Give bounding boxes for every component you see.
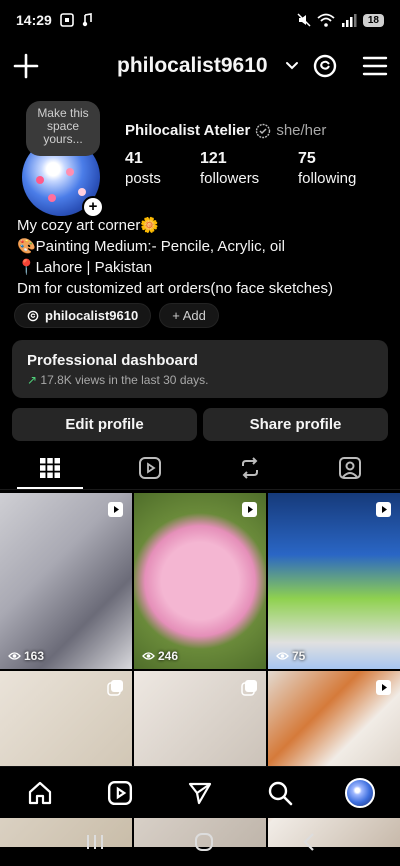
view-count: 246 bbox=[142, 649, 178, 663]
eye-icon bbox=[142, 652, 155, 660]
profile-stats: 41 posts 121 followers 75 following bbox=[125, 150, 356, 187]
edit-profile-button[interactable]: Edit profile bbox=[12, 408, 197, 441]
profile-links: philocalist9610 + Add bbox=[14, 303, 219, 328]
username-switcher[interactable]: philocalist9610 bbox=[117, 54, 268, 78]
stat-label: posts bbox=[125, 170, 161, 187]
nav-home[interactable] bbox=[20, 773, 60, 813]
dashboard-title: Professional dashboard bbox=[27, 352, 198, 369]
grid-post[interactable]: 163 bbox=[0, 493, 132, 669]
view-count: 75 bbox=[276, 649, 305, 663]
grid-icon bbox=[40, 457, 60, 478]
create-plus-icon[interactable] bbox=[12, 52, 40, 80]
view-count-value: 75 bbox=[292, 649, 306, 663]
tagged-icon bbox=[339, 456, 361, 479]
bio-line: Dm for customized art orders(no face ske… bbox=[17, 280, 333, 297]
screenshot-icon bbox=[60, 13, 74, 27]
share-profile-button[interactable]: Share profile bbox=[203, 408, 388, 441]
profile-bio: My cozy art corner🌼 🎨Painting Medium:- P… bbox=[17, 215, 333, 299]
professional-dashboard[interactable]: Professional dashboard ↗ 17.8K views in … bbox=[12, 340, 388, 398]
reels-icon bbox=[107, 780, 133, 805]
nav-profile[interactable] bbox=[340, 773, 380, 813]
profile-actions: Edit profile Share profile bbox=[12, 408, 388, 441]
home-icon bbox=[28, 781, 52, 804]
grid-post[interactable]: 75 bbox=[268, 493, 400, 669]
bio-line: 📍Lahore | Pakistan bbox=[17, 259, 153, 276]
view-count-value: 163 bbox=[24, 649, 45, 663]
threads-icon bbox=[27, 310, 39, 321]
view-count-value: 246 bbox=[158, 649, 179, 663]
tab-reposts[interactable] bbox=[200, 446, 300, 489]
trend-up-icon: ↗ bbox=[27, 373, 38, 387]
mute-icon bbox=[297, 13, 311, 27]
threads-icon[interactable] bbox=[312, 53, 338, 79]
tab-posts[interactable] bbox=[0, 446, 100, 489]
reel-icon bbox=[376, 502, 391, 517]
back-icon[interactable] bbox=[302, 832, 316, 852]
tab-tagged[interactable] bbox=[300, 446, 400, 489]
threads-link-chip[interactable]: philocalist9610 bbox=[14, 303, 152, 328]
nav-search[interactable] bbox=[260, 773, 300, 813]
bio-line: My cozy art corner🌼 bbox=[17, 217, 160, 234]
music-icon bbox=[82, 13, 92, 27]
chevron-down-icon[interactable] bbox=[284, 58, 300, 74]
nav-messages[interactable] bbox=[180, 773, 220, 813]
carousel-icon bbox=[107, 680, 123, 696]
reel-icon bbox=[108, 502, 123, 517]
verified-badge-icon bbox=[256, 123, 271, 138]
content-tabs bbox=[0, 446, 400, 490]
tab-reels[interactable] bbox=[100, 446, 200, 489]
reposts-icon bbox=[242, 456, 258, 479]
eye-icon bbox=[276, 652, 289, 660]
recent-apps-icon[interactable] bbox=[84, 833, 106, 851]
plus-icon: + bbox=[84, 198, 102, 216]
search-icon bbox=[268, 781, 293, 805]
bio-line: 🎨Painting Medium:- Pencile, Acrylic, oil bbox=[17, 238, 285, 255]
stat-posts[interactable]: 41 posts bbox=[125, 150, 200, 187]
home-button-icon[interactable] bbox=[194, 832, 214, 852]
signal-icon bbox=[341, 14, 357, 27]
dashboard-views: 17.8K views in the last 30 days. bbox=[40, 373, 209, 387]
profile-display-name: Philocalist Atelier she/her bbox=[125, 122, 326, 139]
status-bar: 14:29 18 bbox=[0, 0, 400, 40]
display-name: Philocalist Atelier bbox=[125, 122, 251, 139]
pronouns: she/her bbox=[276, 122, 327, 139]
note-bubble[interactable]: Make this space yours... bbox=[26, 101, 100, 156]
reel-icon bbox=[376, 680, 391, 695]
reel-icon bbox=[242, 502, 257, 517]
stat-value: 121 bbox=[200, 150, 227, 167]
send-icon bbox=[188, 782, 212, 804]
battery-indicator: 18 bbox=[362, 13, 384, 27]
stat-followers[interactable]: 121 followers bbox=[200, 150, 298, 187]
stat-label: following bbox=[298, 170, 357, 187]
reels-icon bbox=[139, 456, 161, 479]
stat-following[interactable]: 75 following bbox=[298, 150, 356, 187]
view-count: 163 bbox=[8, 649, 44, 663]
wifi-icon bbox=[317, 13, 335, 27]
grid-post[interactable]: 246 bbox=[134, 493, 266, 669]
profile-avatar-icon bbox=[345, 777, 375, 808]
add-link-chip[interactable]: + Add bbox=[159, 303, 219, 328]
carousel-icon bbox=[241, 680, 257, 696]
dashboard-subtitle: ↗ 17.8K views in the last 30 days. bbox=[27, 373, 373, 387]
menu-icon[interactable] bbox=[362, 54, 388, 78]
threads-handle: philocalist9610 bbox=[45, 308, 139, 323]
profile-header: philocalist9610 bbox=[0, 46, 400, 90]
system-navigation bbox=[0, 818, 400, 866]
stat-label: followers bbox=[200, 170, 260, 187]
stat-value: 41 bbox=[125, 150, 143, 167]
bottom-navigation bbox=[0, 766, 400, 818]
eye-icon bbox=[8, 652, 21, 660]
stat-value: 75 bbox=[298, 150, 316, 167]
nav-reels[interactable] bbox=[100, 773, 140, 813]
status-time: 14:29 bbox=[16, 12, 52, 28]
